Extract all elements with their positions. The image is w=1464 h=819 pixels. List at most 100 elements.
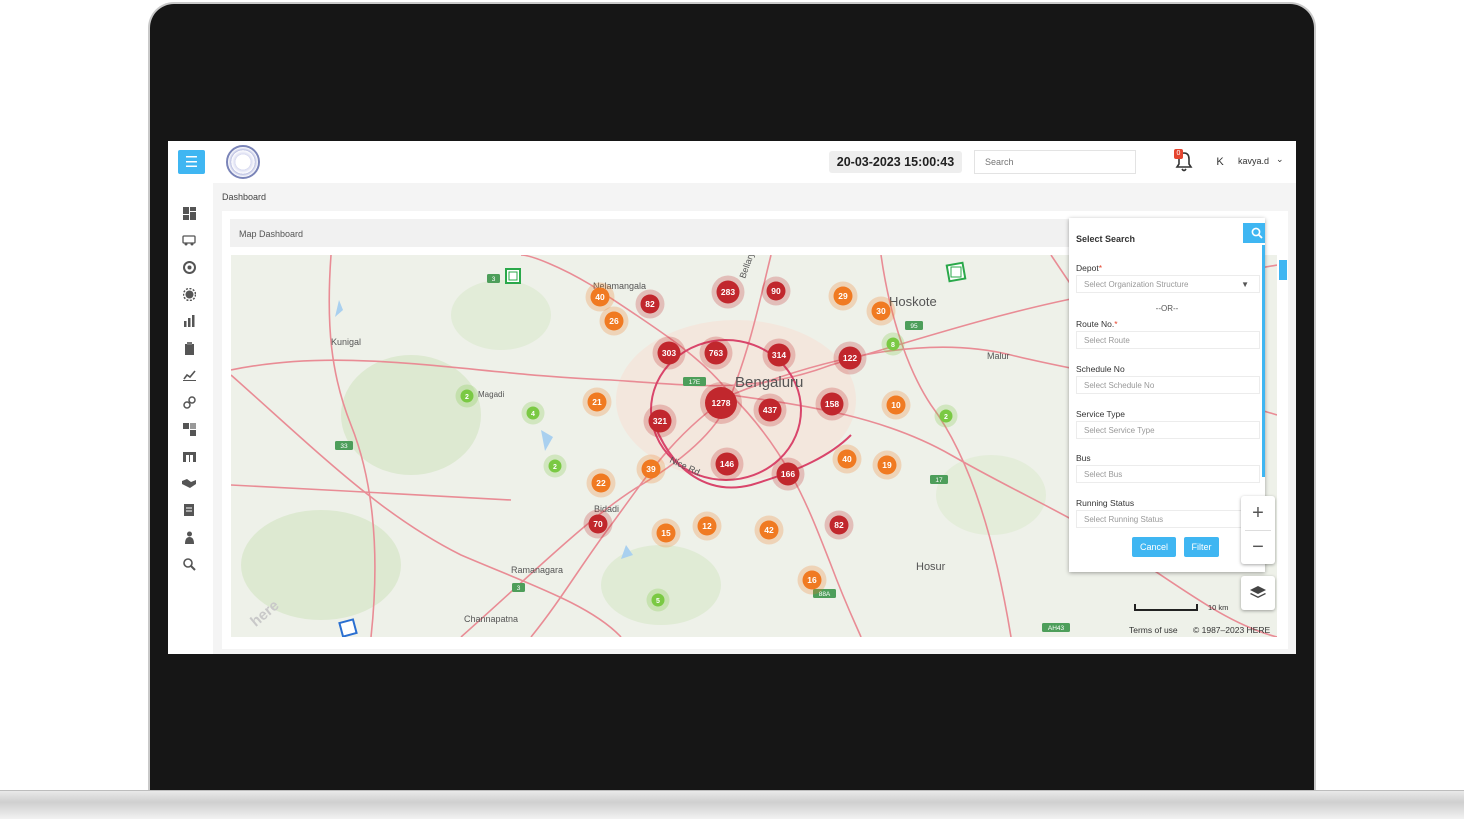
route-input[interactable]: Select Route <box>1076 331 1260 349</box>
global-search-input[interactable] <box>974 150 1136 174</box>
bus-input[interactable]: Select Bus <box>1076 465 1260 483</box>
service-type-label: Service Type <box>1076 409 1125 419</box>
terms-of-use-link[interactable]: Terms of use <box>1129 625 1178 635</box>
card-title: Map Dashboard <box>239 229 304 239</box>
route-label: Route No.* <box>1076 319 1118 329</box>
clipboard-icon[interactable] <box>182 341 196 355</box>
bus-label: Bus <box>1076 453 1091 463</box>
filter-button[interactable]: Filter <box>1184 537 1219 557</box>
cluster-count[interactable]: 2 <box>553 464 557 471</box>
zoom-search-icon[interactable] <box>182 557 196 571</box>
cluster-count[interactable]: 30 <box>876 306 886 316</box>
cluster-count[interactable]: 158 <box>825 399 839 409</box>
cluster-count[interactable]: 314 <box>772 350 786 360</box>
cluster-count[interactable]: 166 <box>781 469 795 479</box>
running-status-input[interactable]: Select Running Status <box>1076 510 1260 528</box>
place-label: Ramanagara <box>511 565 563 575</box>
cluster-count[interactable]: 4 <box>531 411 535 418</box>
cluster-count[interactable]: 39 <box>646 464 656 474</box>
road-shield-label: 17 <box>935 477 943 484</box>
plus-icon: + <box>1252 501 1264 524</box>
cluster-count[interactable]: 122 <box>843 353 857 363</box>
schedule-input[interactable]: Select Schedule No <box>1076 376 1260 394</box>
bar-chart-icon[interactable] <box>182 314 196 328</box>
cluster-count[interactable]: 1278 <box>712 398 731 408</box>
cluster-count[interactable]: 303 <box>662 348 676 358</box>
cluster-count[interactable]: 40 <box>842 454 852 464</box>
cluster-count[interactable]: 42 <box>764 525 774 535</box>
settings-icon[interactable] <box>182 287 196 301</box>
cluster-count[interactable]: 19 <box>882 460 892 470</box>
dashboard-icon[interactable] <box>182 206 196 220</box>
cluster-count[interactable]: 82 <box>645 299 655 309</box>
road-shield-label: AH43 <box>1048 625 1065 632</box>
person-icon[interactable] <box>182 530 196 544</box>
breadcrumb[interactable]: Dashboard <box>222 192 266 202</box>
cluster-count[interactable]: 82 <box>834 520 844 530</box>
hamburger-icon: ☰ <box>184 154 199 171</box>
cluster-count[interactable]: 90 <box>771 286 781 296</box>
cluster-count[interactable]: 8 <box>891 342 895 349</box>
cluster-count[interactable]: 763 <box>709 348 723 358</box>
cluster-count[interactable]: 15 <box>661 528 671 538</box>
minus-icon: − <box>1252 535 1264 558</box>
cluster-count[interactable]: 10 <box>891 400 901 410</box>
panel-search-button[interactable] <box>1243 223 1265 243</box>
cluster-count[interactable]: 321 <box>653 416 667 426</box>
hamburger-menu-button[interactable]: ☰ <box>178 150 205 174</box>
cluster-count[interactable]: 283 <box>721 287 735 297</box>
document-icon[interactable] <box>182 503 196 517</box>
layers-icon <box>1250 586 1266 598</box>
depot-select[interactable]: Select Organization Structure ▼ <box>1076 275 1260 293</box>
cluster-count[interactable]: 146 <box>720 459 734 469</box>
cancel-button[interactable]: Cancel <box>1132 537 1176 557</box>
cluster-count[interactable]: 70 <box>593 519 603 529</box>
map-layers-button[interactable] <box>1241 576 1275 610</box>
map-copyright: © 1987–2023 HERE <box>1193 625 1271 635</box>
caret-down-icon: ▼ <box>1241 279 1249 289</box>
depot-icon[interactable] <box>182 449 196 463</box>
select-search-panel: Select Search Depot* Select Organization… <box>1069 218 1265 572</box>
panel-scrollbar[interactable] <box>1262 245 1265 477</box>
road-shield-label: 3 <box>517 585 521 592</box>
road-shield-label: 88A <box>819 591 831 598</box>
zoom-out-button[interactable]: − <box>1241 530 1275 564</box>
cluster-count[interactable]: 29 <box>838 291 848 301</box>
sidebar <box>168 183 213 654</box>
cluster-count[interactable]: 40 <box>595 292 605 302</box>
organization-logo[interactable] <box>226 145 260 179</box>
username-label[interactable]: kavya.d <box>1238 156 1269 166</box>
place-label: Malur <box>987 351 1010 361</box>
cluster-count[interactable]: 2 <box>944 414 948 421</box>
depot-label: Depot* <box>1076 263 1102 273</box>
map-scale-bar <box>1134 604 1198 611</box>
user-avatar[interactable]: K <box>1209 151 1231 173</box>
zoom-controls: + − <box>1241 496 1275 564</box>
schedule-label: Schedule No <box>1076 364 1125 374</box>
cluster-count[interactable]: 437 <box>763 405 777 415</box>
line-chart-icon[interactable] <box>182 368 196 382</box>
panel-title: Select Search <box>1076 234 1136 244</box>
place-label: Magadi <box>478 390 504 399</box>
support-icon[interactable] <box>182 260 196 274</box>
current-datetime: 20-03-2023 15:00:43 <box>829 151 962 173</box>
cluster-count[interactable]: 16 <box>807 575 817 585</box>
cluster-count[interactable]: 12 <box>702 521 712 531</box>
handshake-icon[interactable] <box>182 476 196 490</box>
road-shield-label: 33 <box>340 443 348 450</box>
panel-toggle-tab[interactable] <box>1279 260 1287 280</box>
place-label: Channapatna <box>464 614 518 624</box>
cluster-count[interactable]: 5 <box>656 598 660 605</box>
chevron-down-icon[interactable]: ⌄ <box>1276 154 1284 165</box>
cluster-count[interactable]: 22 <box>596 478 606 488</box>
link-icon[interactable] <box>182 395 196 409</box>
notification-badge: 0 <box>1174 149 1183 159</box>
cluster-count[interactable]: 2 <box>465 394 469 401</box>
running-status-label: Running Status <box>1076 498 1135 508</box>
service-type-input[interactable]: Select Service Type <box>1076 421 1260 439</box>
cluster-count[interactable]: 21 <box>592 397 602 407</box>
puzzle-icon[interactable] <box>182 422 196 436</box>
zoom-in-button[interactable]: + <box>1241 496 1275 530</box>
cluster-count[interactable]: 26 <box>609 316 619 326</box>
bus-icon[interactable] <box>182 233 196 247</box>
